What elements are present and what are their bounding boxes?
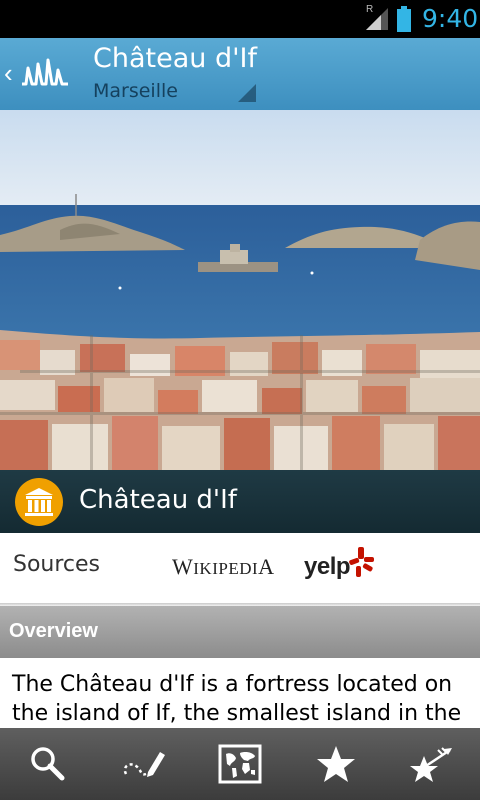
search-icon	[31, 747, 65, 781]
clock: 9:40	[422, 4, 479, 33]
route-pen-icon	[123, 752, 165, 777]
yelp-logo-text: yelp	[304, 553, 351, 580]
poi-title-bar: Château d'If	[0, 470, 480, 533]
bottom-navigation	[0, 728, 480, 800]
wikipedia-source-link[interactable]: WIKIPEDIA	[172, 554, 275, 580]
app-bar: ‹ Château d'If Marseille	[0, 38, 480, 110]
hero-photo[interactable]	[0, 110, 480, 470]
nav-search[interactable]	[0, 728, 96, 800]
marseille-landscape-image	[0, 110, 480, 470]
app-title: Château d'If	[93, 43, 257, 74]
star-icon	[317, 746, 355, 782]
yelp-burst-icon	[349, 547, 374, 577]
battery-icon	[397, 6, 411, 32]
overview-label: Overview	[9, 620, 98, 642]
overview-header: Overview	[0, 606, 480, 658]
museum-icon	[15, 478, 63, 526]
sources-row: Sources WIKIPEDIA yelp	[0, 533, 480, 603]
nav-wishlist[interactable]	[384, 728, 480, 800]
app-logo-icon[interactable]	[20, 54, 70, 92]
world-map-icon	[218, 744, 262, 784]
nav-map[interactable]	[192, 728, 288, 800]
sources-label: Sources	[13, 552, 101, 577]
status-bar: R 9:40	[0, 0, 480, 38]
favorites-arrow-icon	[410, 747, 452, 782]
dropdown-triangle-icon[interactable]	[238, 84, 256, 102]
nav-favorites[interactable]	[288, 728, 384, 800]
app-subtitle[interactable]: Marseille	[93, 80, 178, 102]
signal-icon	[366, 8, 388, 30]
nav-route[interactable]	[96, 728, 192, 800]
overview-body[interactable]: The Château d'If is a fortress located o…	[0, 658, 480, 728]
poi-title: Château d'If	[79, 485, 237, 515]
wikipedia-logo: WIKIPEDIA	[172, 554, 275, 579]
overview-text: The Château d'If is a fortress located o…	[12, 672, 462, 726]
back-chevron-icon[interactable]: ‹	[4, 58, 13, 88]
